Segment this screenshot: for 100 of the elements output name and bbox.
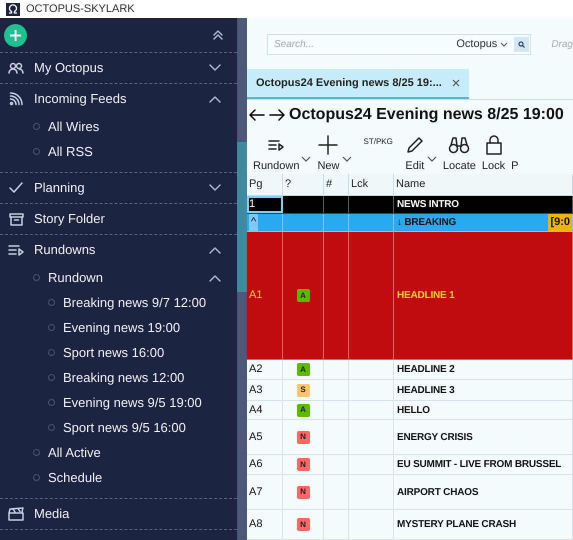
page-number: A3 [249, 382, 262, 398]
back-arrow-icon[interactable] [249, 109, 265, 121]
story-name: MYSTERY PLANE CRASH [396, 518, 516, 532]
toolbar-button[interactable]: Rundown [253, 136, 312, 174]
page-number: A7 [249, 484, 262, 500]
story-name: NEWS INTRO [396, 198, 459, 212]
bullet-icon [48, 424, 55, 431]
lock-icon [484, 134, 502, 154]
chevron-up-icon[interactable] [209, 95, 221, 103]
window-title: OCTOPUS-SKYLARK [26, 2, 135, 17]
table-row[interactable]: ^ ↓ BREAKING [9:0 [247, 214, 573, 232]
bullet-icon [33, 474, 40, 481]
sidebar-item[interactable]: Schedule [0, 465, 237, 490]
table-row[interactable]: A5 N ENERGY CRISIS [247, 420, 573, 455]
collapse-all-icon[interactable] [213, 30, 223, 40]
table-row[interactable]: A3 S HEADLINE 3 [247, 380, 573, 401]
rundown-icon [8, 244, 24, 256]
sidebar-section[interactable]: Story Folder [0, 204, 237, 234]
people-icon [8, 61, 24, 75]
clapperboard-icon [8, 507, 24, 521]
sidebar-item[interactable]: Evening news 9/5 19:00 [0, 390, 237, 415]
search-button[interactable] [514, 36, 530, 52]
forward-arrow-icon[interactable] [269, 109, 285, 121]
add-button[interactable] [4, 24, 27, 46]
sidebar-item[interactable]: Sport news 9/5 16:00 [0, 415, 237, 440]
scope-dropdown[interactable]: Octopus [456, 36, 508, 52]
chevron-up-icon[interactable] [209, 246, 221, 254]
app-logo-icon [6, 2, 20, 16]
table-row[interactable]: A8 N MYSTERY PLANE CRASH [247, 510, 573, 540]
rss-icon [8, 92, 24, 106]
status-badge: N [296, 430, 310, 444]
status-badge: A [296, 363, 310, 376]
column-header[interactable]: Name [394, 174, 573, 195]
toolbar-button[interactable]: P [511, 136, 518, 174]
sidebar-item[interactable]: Evening news 19:00 [0, 315, 237, 340]
story-name: HEADLINE 1 [396, 289, 454, 303]
table-row[interactable]: A6 N EU SUMMIT - LIVE FROM BRUSSEL [247, 455, 573, 475]
scrollbar-thumb[interactable] [237, 142, 247, 292]
table-row[interactable]: 1 NEWS INTRO [247, 196, 573, 214]
bullet-icon [48, 349, 55, 356]
chevron-up-icon[interactable] [209, 274, 221, 282]
sidebar-section[interactable]: Planning [0, 173, 237, 203]
bullet-icon [33, 449, 40, 456]
sidebar-item[interactable]: All Wires [0, 114, 237, 139]
status-badge: N [296, 486, 310, 498]
bullet-icon [48, 374, 55, 381]
table-row[interactable]: A1 A HEADLINE 1 [247, 232, 573, 360]
bullet-icon [48, 299, 55, 306]
status-badge: N [296, 518, 310, 531]
sidebar-item[interactable]: Breaking news 9/7 12:00 [0, 290, 237, 315]
status-badge: N [296, 458, 310, 471]
plus-icon [9, 28, 22, 42]
column-header[interactable]: Pg [247, 174, 283, 195]
bullet-icon [33, 148, 40, 155]
bullet-icon [33, 274, 40, 281]
story-name: ENERGY CRISIS [396, 430, 473, 444]
sidebar-item[interactable]: Sport news 16:00 [0, 340, 237, 365]
story-name: AIRPORT CHAOS [396, 486, 478, 500]
search-icon [518, 40, 526, 48]
bullet-icon [33, 123, 40, 130]
table-row[interactable]: A4 A HELLO [247, 401, 573, 420]
chevron-down-icon[interactable] [209, 184, 221, 192]
table-row[interactable]: A7 N AIRPORT CHAOS [247, 475, 573, 510]
column-header[interactable]: # [324, 174, 349, 195]
close-icon[interactable] [452, 79, 460, 87]
page-number: A5 [249, 430, 262, 445]
toolbar-button[interactable]: Edit [404, 136, 437, 174]
toolbar-button[interactable]: Lock [482, 136, 506, 174]
story-name: HEADLINE 2 [396, 363, 454, 377]
story-name: HELLO [396, 404, 430, 418]
story-name: EU SUMMIT - LIVE FROM BRUSSEL [396, 458, 562, 472]
column-header[interactable]: Lck [349, 174, 394, 195]
table-row[interactable]: A2 A HEADLINE 2 [247, 360, 573, 380]
drag-hint: Drag [551, 38, 573, 52]
tab[interactable]: Octopus24 Evening news 8/25 19:... [247, 69, 469, 99]
toolbar-button[interactable]: Locate [442, 136, 476, 174]
sidebar-item[interactable]: All RSS [0, 139, 237, 164]
pencil-icon [404, 134, 425, 154]
toolbar-button[interactable]: New [317, 136, 352, 174]
page-number: A1 [249, 288, 262, 304]
status-badge: A [296, 289, 310, 302]
sidebar-section[interactable]: My Octopus [0, 53, 237, 83]
sidebar-item[interactable]: Breaking news 12:00 [0, 365, 237, 390]
sidebar-section[interactable]: Rundowns [0, 235, 237, 265]
chevron-down-icon[interactable] [209, 64, 221, 72]
sidebar-item[interactable]: Rundown [0, 265, 237, 290]
column-header[interactable]: ? [283, 174, 324, 195]
scrollbar[interactable] [237, 18, 247, 540]
rundown-title: Octopus24 Evening news 8/25 19:00 [289, 105, 564, 125]
toolbar-label[interactable]: ST/PKG [358, 136, 399, 148]
sidebar-section[interactable]: Media [0, 499, 237, 529]
search-field[interactable]: Search... Octopus [267, 34, 532, 54]
sidebar-item[interactable]: All Active [0, 440, 237, 465]
sidebar-section[interactable]: Incoming Feeds [0, 84, 237, 114]
check-icon [8, 182, 24, 194]
page-number: A8 [249, 517, 262, 532]
plus-icon [318, 134, 338, 154]
status-badge: A [296, 404, 310, 416]
status-badge: S [296, 384, 310, 396]
page-number: 1 [249, 197, 256, 212]
